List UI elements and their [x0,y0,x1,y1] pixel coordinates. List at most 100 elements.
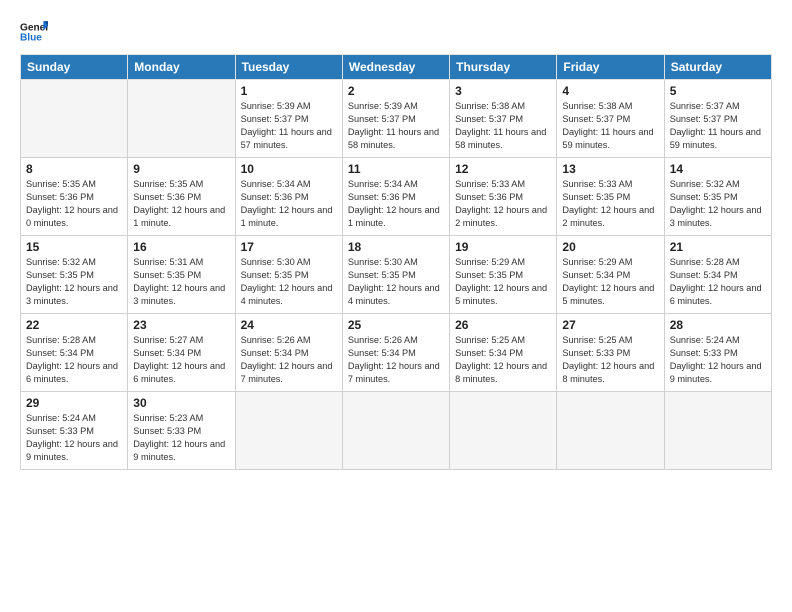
day-info: Sunrise: 5:24 AM Sunset: 5:33 PM Dayligh… [26,412,122,464]
day-number: 26 [455,318,551,332]
day-info: Sunrise: 5:35 AM Sunset: 5:36 PM Dayligh… [133,178,229,230]
day-cell-21: 21 Sunrise: 5:28 AM Sunset: 5:34 PM Dayl… [664,236,771,314]
day-number: 13 [562,162,658,176]
day-info: Sunrise: 5:32 AM Sunset: 5:35 PM Dayligh… [670,178,766,230]
day-info: Sunrise: 5:37 AM Sunset: 5:37 PM Dayligh… [670,100,766,152]
weekday-sunday: Sunday [21,55,128,80]
weekday-monday: Monday [128,55,235,80]
calendar-week-5: 29 Sunrise: 5:24 AM Sunset: 5:33 PM Dayl… [21,392,772,470]
day-info: Sunrise: 5:24 AM Sunset: 5:33 PM Dayligh… [670,334,766,386]
day-number: 21 [670,240,766,254]
calendar-table: SundayMondayTuesdayWednesdayThursdayFrid… [20,54,772,470]
day-cell-19: 19 Sunrise: 5:29 AM Sunset: 5:35 PM Dayl… [450,236,557,314]
day-info: Sunrise: 5:27 AM Sunset: 5:34 PM Dayligh… [133,334,229,386]
day-cell-28: 28 Sunrise: 5:24 AM Sunset: 5:33 PM Dayl… [664,314,771,392]
day-number: 14 [670,162,766,176]
day-cell-12: 12 Sunrise: 5:33 AM Sunset: 5:36 PM Dayl… [450,158,557,236]
day-number: 18 [348,240,444,254]
page: General Blue SundayMondayTuesdayWednesda… [0,0,792,612]
day-cell-8: 8 Sunrise: 5:35 AM Sunset: 5:36 PM Dayli… [21,158,128,236]
day-cell-30: 30 Sunrise: 5:23 AM Sunset: 5:33 PM Dayl… [128,392,235,470]
day-info: Sunrise: 5:33 AM Sunset: 5:36 PM Dayligh… [455,178,551,230]
day-info: Sunrise: 5:30 AM Sunset: 5:35 PM Dayligh… [241,256,337,308]
logo: General Blue [20,18,52,46]
day-cell-25: 25 Sunrise: 5:26 AM Sunset: 5:34 PM Dayl… [342,314,449,392]
day-number: 12 [455,162,551,176]
day-cell-16: 16 Sunrise: 5:31 AM Sunset: 5:35 PM Dayl… [128,236,235,314]
day-cell-22: 22 Sunrise: 5:28 AM Sunset: 5:34 PM Dayl… [21,314,128,392]
day-cell-15: 15 Sunrise: 5:32 AM Sunset: 5:35 PM Dayl… [21,236,128,314]
day-info: Sunrise: 5:34 AM Sunset: 5:36 PM Dayligh… [348,178,444,230]
calendar-week-4: 22 Sunrise: 5:28 AM Sunset: 5:34 PM Dayl… [21,314,772,392]
empty-cell [450,392,557,470]
day-info: Sunrise: 5:38 AM Sunset: 5:37 PM Dayligh… [455,100,551,152]
weekday-saturday: Saturday [664,55,771,80]
day-info: Sunrise: 5:31 AM Sunset: 5:35 PM Dayligh… [133,256,229,308]
calendar-week-3: 15 Sunrise: 5:32 AM Sunset: 5:35 PM Dayl… [21,236,772,314]
day-info: Sunrise: 5:35 AM Sunset: 5:36 PM Dayligh… [26,178,122,230]
day-number: 10 [241,162,337,176]
day-number: 11 [348,162,444,176]
day-cell-27: 27 Sunrise: 5:25 AM Sunset: 5:33 PM Dayl… [557,314,664,392]
day-cell-24: 24 Sunrise: 5:26 AM Sunset: 5:34 PM Dayl… [235,314,342,392]
day-number: 2 [348,84,444,98]
day-info: Sunrise: 5:33 AM Sunset: 5:35 PM Dayligh… [562,178,658,230]
day-number: 15 [26,240,122,254]
empty-cell [128,80,235,158]
day-cell-23: 23 Sunrise: 5:27 AM Sunset: 5:34 PM Dayl… [128,314,235,392]
day-cell-5: 5 Sunrise: 5:37 AM Sunset: 5:37 PM Dayli… [664,80,771,158]
day-info: Sunrise: 5:25 AM Sunset: 5:33 PM Dayligh… [562,334,658,386]
day-number: 19 [455,240,551,254]
day-number: 16 [133,240,229,254]
calendar-week-2: 8 Sunrise: 5:35 AM Sunset: 5:36 PM Dayli… [21,158,772,236]
weekday-tuesday: Tuesday [235,55,342,80]
day-number: 30 [133,396,229,410]
day-number: 8 [26,162,122,176]
day-cell-13: 13 Sunrise: 5:33 AM Sunset: 5:35 PM Dayl… [557,158,664,236]
logo-icon: General Blue [20,18,48,46]
day-info: Sunrise: 5:26 AM Sunset: 5:34 PM Dayligh… [348,334,444,386]
day-number: 4 [562,84,658,98]
day-info: Sunrise: 5:26 AM Sunset: 5:34 PM Dayligh… [241,334,337,386]
day-info: Sunrise: 5:29 AM Sunset: 5:34 PM Dayligh… [562,256,658,308]
empty-cell [664,392,771,470]
day-info: Sunrise: 5:39 AM Sunset: 5:37 PM Dayligh… [348,100,444,152]
day-info: Sunrise: 5:39 AM Sunset: 5:37 PM Dayligh… [241,100,337,152]
day-number: 5 [670,84,766,98]
weekday-friday: Friday [557,55,664,80]
day-cell-26: 26 Sunrise: 5:25 AM Sunset: 5:34 PM Dayl… [450,314,557,392]
weekday-wednesday: Wednesday [342,55,449,80]
day-number: 25 [348,318,444,332]
weekday-header-row: SundayMondayTuesdayWednesdayThursdayFrid… [21,55,772,80]
day-info: Sunrise: 5:29 AM Sunset: 5:35 PM Dayligh… [455,256,551,308]
day-info: Sunrise: 5:34 AM Sunset: 5:36 PM Dayligh… [241,178,337,230]
empty-cell [235,392,342,470]
day-number: 17 [241,240,337,254]
day-cell-14: 14 Sunrise: 5:32 AM Sunset: 5:35 PM Dayl… [664,158,771,236]
day-info: Sunrise: 5:28 AM Sunset: 5:34 PM Dayligh… [670,256,766,308]
day-number: 23 [133,318,229,332]
day-number: 9 [133,162,229,176]
day-info: Sunrise: 5:30 AM Sunset: 5:35 PM Dayligh… [348,256,444,308]
day-info: Sunrise: 5:28 AM Sunset: 5:34 PM Dayligh… [26,334,122,386]
day-number: 20 [562,240,658,254]
day-info: Sunrise: 5:38 AM Sunset: 5:37 PM Dayligh… [562,100,658,152]
day-number: 3 [455,84,551,98]
empty-cell [557,392,664,470]
day-info: Sunrise: 5:25 AM Sunset: 5:34 PM Dayligh… [455,334,551,386]
day-number: 28 [670,318,766,332]
weekday-thursday: Thursday [450,55,557,80]
calendar-week-1: 1 Sunrise: 5:39 AM Sunset: 5:37 PM Dayli… [21,80,772,158]
day-number: 1 [241,84,337,98]
empty-cell [342,392,449,470]
day-cell-4: 4 Sunrise: 5:38 AM Sunset: 5:37 PM Dayli… [557,80,664,158]
day-info: Sunrise: 5:32 AM Sunset: 5:35 PM Dayligh… [26,256,122,308]
day-number: 29 [26,396,122,410]
day-cell-11: 11 Sunrise: 5:34 AM Sunset: 5:36 PM Dayl… [342,158,449,236]
day-cell-10: 10 Sunrise: 5:34 AM Sunset: 5:36 PM Dayl… [235,158,342,236]
day-number: 22 [26,318,122,332]
svg-text:Blue: Blue [20,33,42,44]
day-cell-9: 9 Sunrise: 5:35 AM Sunset: 5:36 PM Dayli… [128,158,235,236]
empty-cell [21,80,128,158]
day-cell-20: 20 Sunrise: 5:29 AM Sunset: 5:34 PM Dayl… [557,236,664,314]
